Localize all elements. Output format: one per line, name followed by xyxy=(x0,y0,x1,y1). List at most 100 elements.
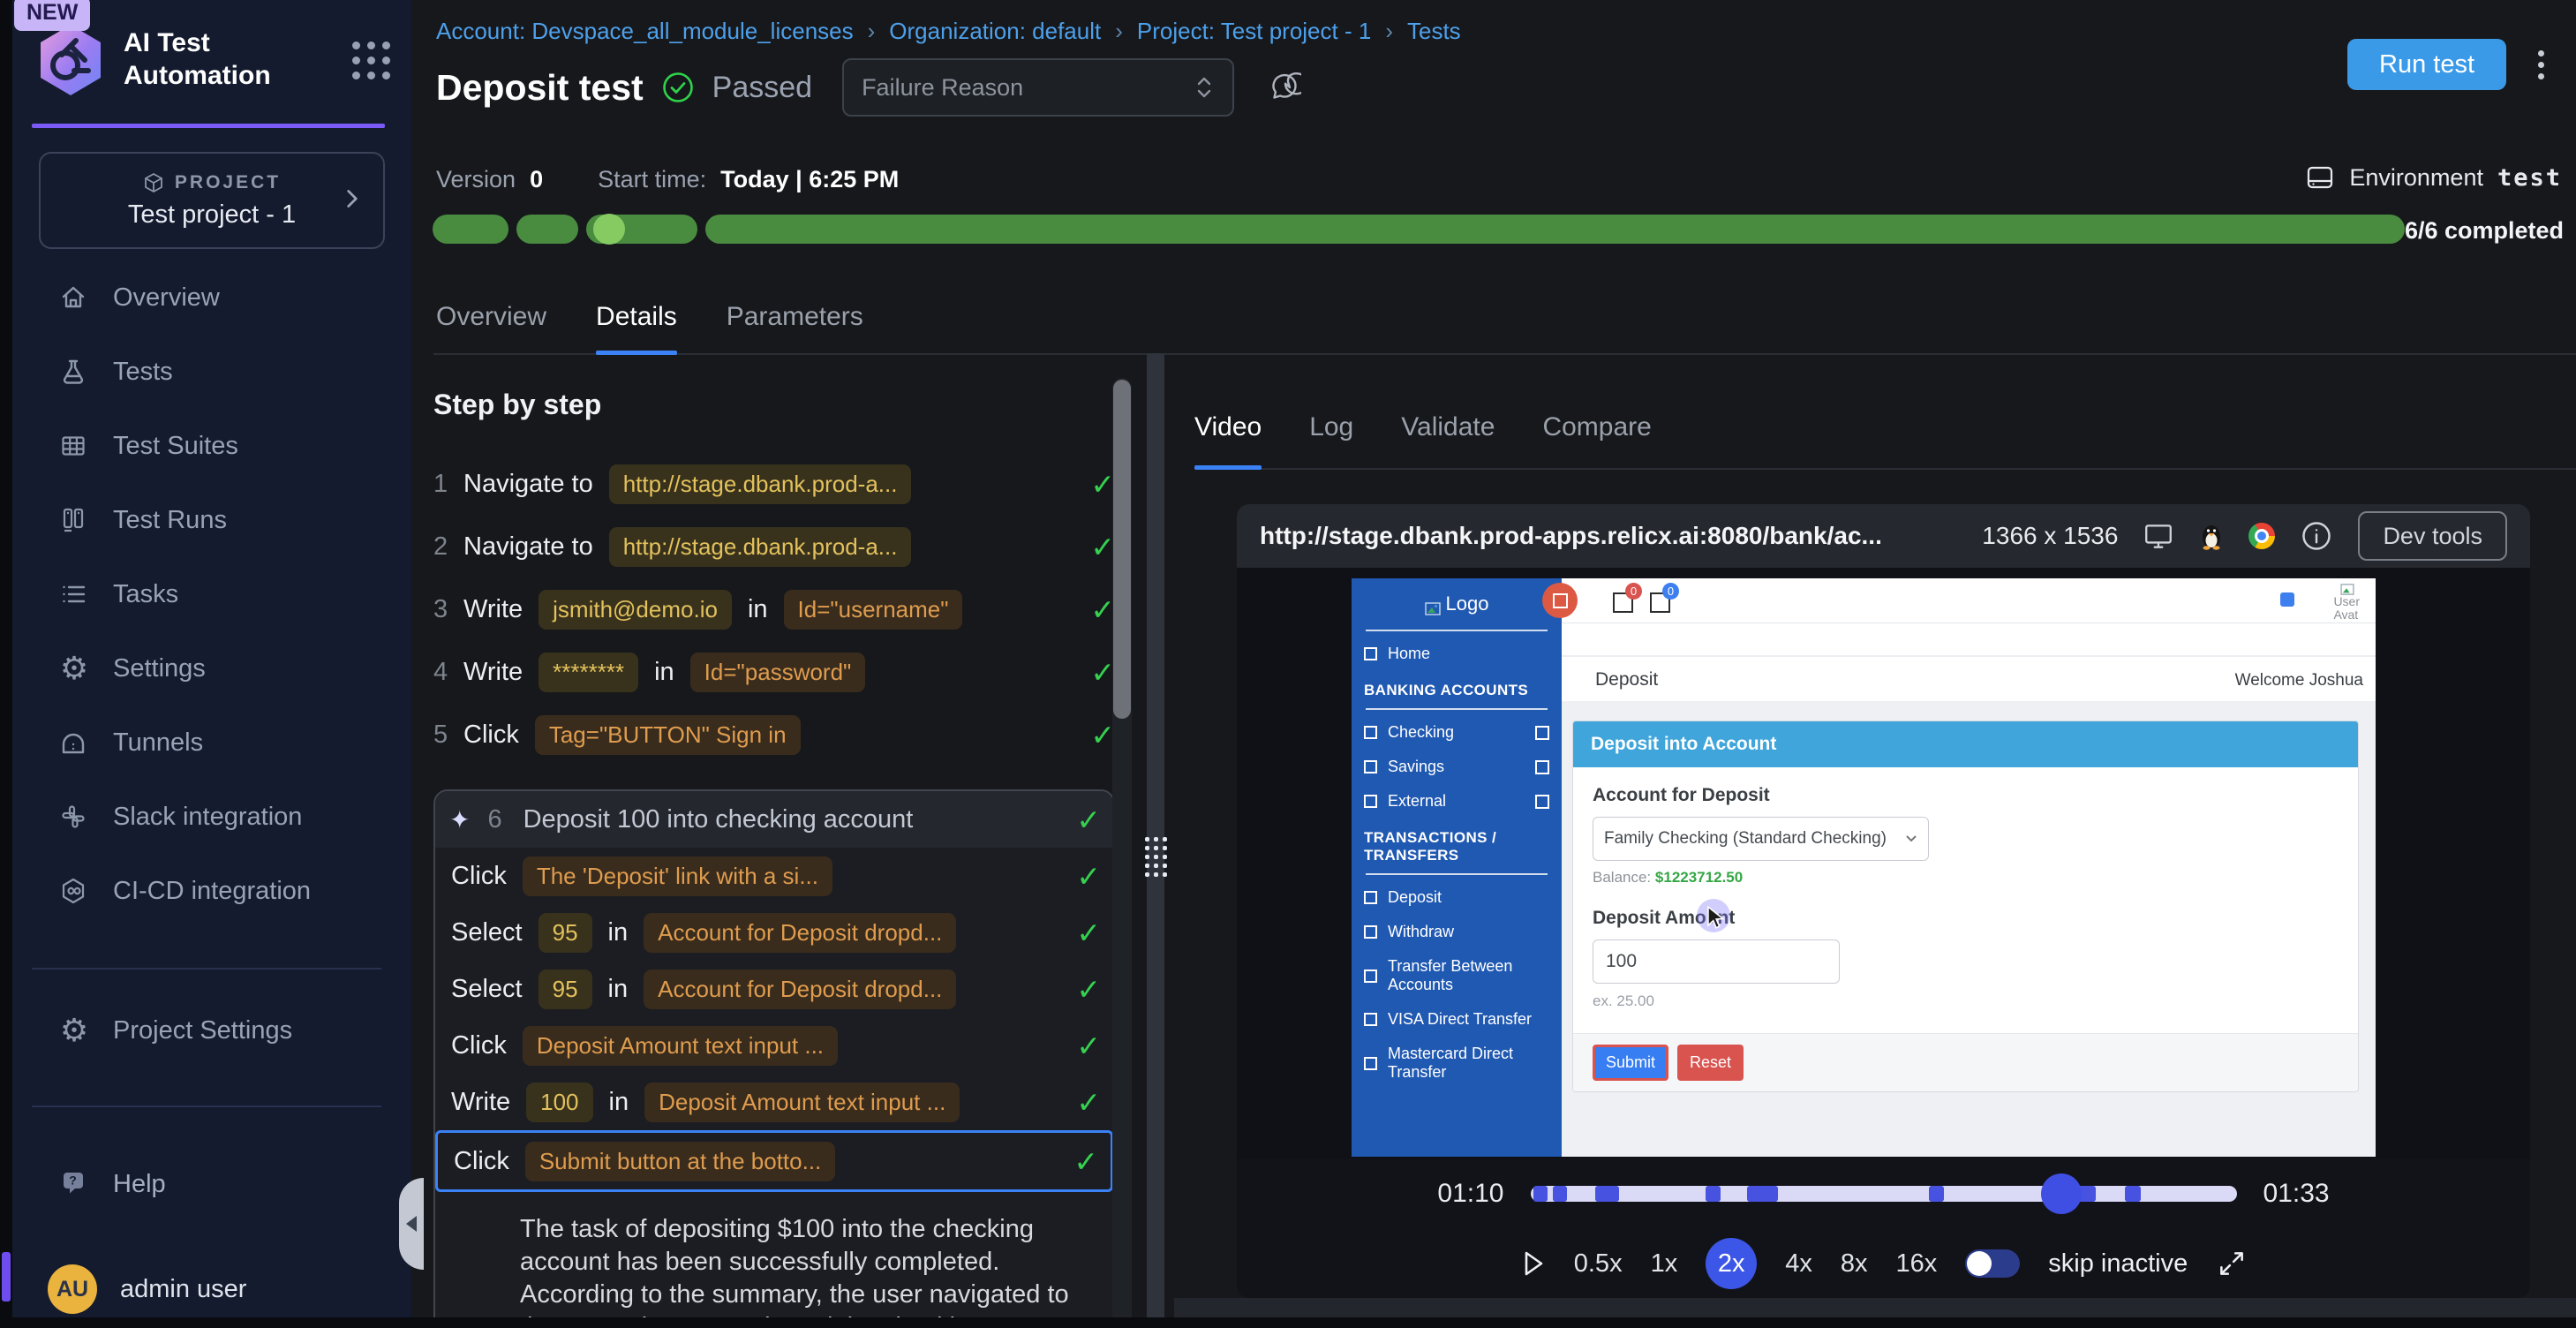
progress-segment[interactable] xyxy=(705,215,2405,244)
substep-row[interactable]: Click The 'Deposit' link with a si... xyxy=(435,848,1113,904)
bank-nav-checking[interactable]: Checking xyxy=(1352,715,1562,750)
step-target-chip[interactable]: The 'Deposit' link with a si... xyxy=(523,856,832,896)
sidebar-item-overview[interactable]: Overview xyxy=(12,260,411,335)
menu-toggle-icon[interactable] xyxy=(1553,593,1568,608)
bank-nav-savings[interactable]: Savings xyxy=(1352,750,1562,784)
breadcrumb-tests[interactable]: Tests xyxy=(1371,18,1460,44)
progress-segment[interactable] xyxy=(586,215,697,244)
drag-handle-icon[interactable] xyxy=(1143,837,1168,877)
play-icon[interactable] xyxy=(1519,1249,1546,1279)
step-value-chip[interactable]: 95 xyxy=(539,970,592,1009)
step-url-chip[interactable]: http://stage.dbank.prod-a... xyxy=(609,464,912,504)
step-url-chip[interactable]: http://stage.dbank.prod-a... xyxy=(609,527,912,567)
step-preposition: in xyxy=(608,975,629,1004)
step-value-chip[interactable]: jsmith@demo.io xyxy=(539,590,732,630)
bank-nav-external[interactable]: External xyxy=(1352,784,1562,819)
step-row[interactable]: 4 Write ******** in Id="password" xyxy=(433,641,1115,704)
step-row[interactable]: 1 Navigate to http://stage.dbank.prod-a.… xyxy=(433,453,1115,516)
bank-nav-visa-transfer[interactable]: VISA Direct Transfer xyxy=(1352,1002,1562,1037)
sidebar-item-slack-integration[interactable]: Slack integration xyxy=(12,780,411,854)
substep-row[interactable]: Write 100 in Deposit Amount text input .… xyxy=(435,1074,1113,1130)
steps-scrollbar[interactable] xyxy=(1112,378,1132,1328)
failure-reason-select[interactable]: Failure Reason xyxy=(842,58,1234,117)
sidebar-collapse-handle[interactable] xyxy=(399,1178,424,1270)
steps-scrollbar-thumb[interactable] xyxy=(1113,380,1131,719)
step-target-chip[interactable]: Id="username" xyxy=(784,590,963,630)
account-select[interactable]: Family Checking (Standard Checking) xyxy=(1593,817,1929,861)
breadcrumb-account[interactable]: Account: Devspace_all_module_licenses xyxy=(436,18,854,44)
speed-1x[interactable]: 1x xyxy=(1651,1249,1678,1279)
speed-16x[interactable]: 16x xyxy=(1896,1249,1938,1279)
bank-notification-icon[interactable]: 0 xyxy=(1613,592,1633,613)
step-target-chip[interactable]: Id="password" xyxy=(690,653,866,692)
step-target-chip[interactable]: Tag="BUTTON" Sign in xyxy=(535,715,801,755)
sidebar-item-label: Tunnels xyxy=(113,728,203,758)
sidebar-item-cicd-integration[interactable]: CI-CD integration xyxy=(12,854,411,928)
apps-grid-icon[interactable] xyxy=(352,42,390,79)
breadcrumb-organization[interactable]: Organization: default xyxy=(854,18,1102,44)
sidebar-item-tunnels[interactable]: Tunnels xyxy=(12,706,411,780)
more-options-icon[interactable] xyxy=(2538,50,2544,79)
timeline-track[interactable] xyxy=(1531,1186,2237,1202)
step-value-chip[interactable]: ******** xyxy=(539,653,638,692)
breadcrumb-project[interactable]: Project: Test project - 1 xyxy=(1101,18,1371,44)
substep-row[interactable]: Select 95 in Account for Deposit dropd..… xyxy=(435,904,1113,961)
speed-2x-active[interactable]: 2x xyxy=(1706,1238,1757,1289)
step-row[interactable]: 2 Navigate to http://stage.dbank.prod-a.… xyxy=(433,516,1115,578)
speed-4x[interactable]: 4x xyxy=(1785,1249,1812,1279)
tab-log[interactable]: Log xyxy=(1309,387,1353,468)
project-selector[interactable]: PROJECT Test project - 1 xyxy=(39,152,385,249)
sidebar-item-tests[interactable]: Tests xyxy=(12,335,411,409)
tab-parameters[interactable]: Parameters xyxy=(727,281,863,353)
step-value-chip[interactable]: 100 xyxy=(526,1083,592,1122)
panel-resize-divider[interactable] xyxy=(1147,353,1164,1328)
speed-0.5x[interactable]: 0.5x xyxy=(1574,1249,1623,1279)
sidebar-item-settings[interactable]: ⚙ Settings xyxy=(12,631,411,706)
step-row[interactable]: 3 Write jsmith@demo.io in Id="username" xyxy=(433,578,1115,641)
substep-row[interactable]: Click Deposit Amount text input ... xyxy=(435,1017,1113,1074)
step-target-chip[interactable]: Deposit Amount text input ... xyxy=(523,1026,838,1066)
sidebar-item-test-suites[interactable]: Test Suites xyxy=(12,409,411,483)
run-test-button[interactable]: Run test xyxy=(2347,39,2506,90)
dev-tools-button[interactable]: Dev tools xyxy=(2358,511,2507,561)
bank-nav-deposit[interactable]: Deposit xyxy=(1352,880,1562,915)
bank-submit-button[interactable]: Submit xyxy=(1593,1045,1668,1081)
bank-nav-home[interactable]: Home xyxy=(1352,637,1562,671)
step-target-chip[interactable]: Account for Deposit dropd... xyxy=(644,913,956,953)
bank-toolbar-icon[interactable] xyxy=(2280,592,2294,607)
step-target-chip[interactable]: Deposit Amount text input ... xyxy=(644,1083,960,1122)
bank-nav-mastercard-transfer[interactable]: Mastercard Direct Transfer xyxy=(1352,1037,1562,1090)
fullscreen-icon[interactable] xyxy=(2216,1248,2248,1279)
ai-step-group-header[interactable]: ✦ 6 Deposit 100 into checking account xyxy=(435,791,1113,848)
tab-overview[interactable]: Overview xyxy=(436,281,546,353)
user-menu[interactable]: AU admin user xyxy=(48,1264,246,1314)
step-row[interactable]: 5 Click Tag="BUTTON" Sign in xyxy=(433,704,1115,766)
info-icon[interactable] xyxy=(2300,519,2333,553)
tab-details[interactable]: Details xyxy=(596,281,677,353)
tab-video[interactable]: Video xyxy=(1194,387,1262,468)
substep-row[interactable]: Select 95 in Account for Deposit dropd..… xyxy=(435,961,1113,1017)
progress-segment[interactable] xyxy=(433,215,508,244)
sidebar-item-project-settings[interactable]: ⚙ Project Settings xyxy=(12,993,411,1068)
bank-nav-transfer-between[interactable]: Transfer Between Accounts xyxy=(1352,949,1562,1002)
deposit-amount-input[interactable]: 100 xyxy=(1593,939,1840,984)
help-button[interactable]: ? Help xyxy=(58,1168,166,1200)
progress-segment[interactable] xyxy=(516,215,578,244)
bank-reset-button[interactable]: Reset xyxy=(1677,1045,1744,1081)
timeline-playhead[interactable] xyxy=(2041,1173,2082,1214)
tab-compare[interactable]: Compare xyxy=(1542,387,1651,468)
speed-8x[interactable]: 8x xyxy=(1841,1249,1868,1279)
comment-icon[interactable] xyxy=(1268,71,1301,104)
bank-message-icon[interactable]: 0 xyxy=(1650,592,1670,613)
skip-inactive-toggle[interactable] xyxy=(1965,1249,2020,1278)
sidebar-item-tasks[interactable]: Tasks xyxy=(12,557,411,631)
step-target-chip[interactable]: Submit button at the botto... xyxy=(525,1142,835,1181)
step-target-chip[interactable]: Account for Deposit dropd... xyxy=(644,970,956,1009)
step-by-step-panel: Step by step 1 Navigate to http://stage.… xyxy=(433,389,1115,1328)
tab-validate[interactable]: Validate xyxy=(1401,387,1495,468)
sidebar-item-test-runs[interactable]: Test Runs xyxy=(12,483,411,557)
substep-row-selected[interactable]: Click Submit button at the botto... xyxy=(435,1130,1113,1192)
bank-nav-withdraw[interactable]: Withdraw xyxy=(1352,915,1562,949)
bank-user-avatar-broken[interactable]: User Avat xyxy=(2333,584,2360,622)
step-value-chip[interactable]: 95 xyxy=(539,913,592,953)
